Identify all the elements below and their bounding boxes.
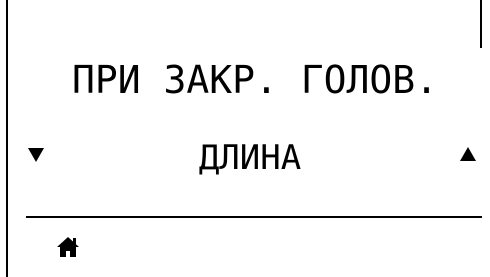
current-value: ДЛИНА — [198, 138, 302, 178]
next-option-button[interactable] — [458, 144, 478, 166]
home-icon — [57, 237, 79, 257]
printer-lcd-screen: ПРИ ЗАКР. ГОЛОВ. ДЛИНА — [0, 0, 490, 277]
up-triangle-icon — [460, 147, 476, 161]
menu-title: ПРИ ЗАКР. ГОЛОВ. — [71, 58, 439, 102]
value-selector: ДЛИНА — [0, 136, 490, 180]
footer-divider — [26, 216, 482, 218]
home-button[interactable] — [56, 236, 80, 258]
screen-right-border — [480, 0, 482, 48]
